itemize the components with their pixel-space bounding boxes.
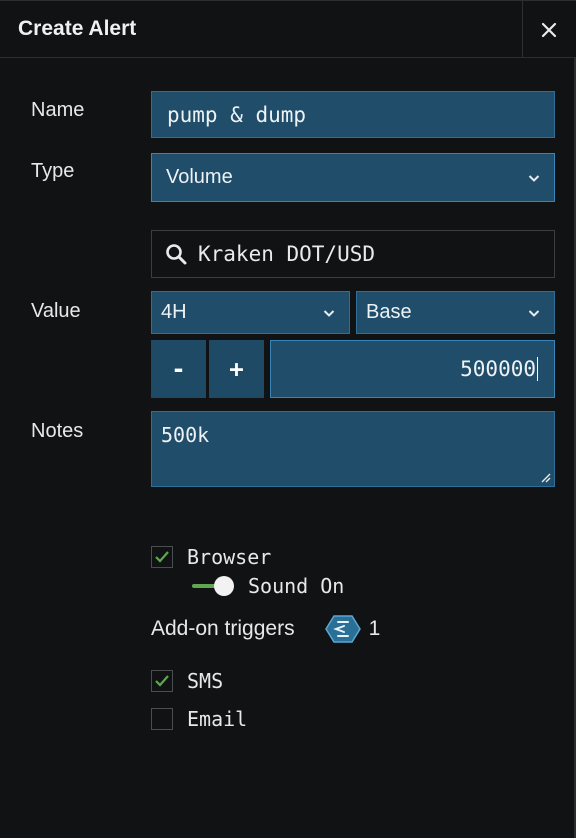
value-label: Value <box>31 300 81 322</box>
sound-option[interactable]: Sound On <box>192 574 344 598</box>
email-label: Email <box>187 707 248 731</box>
email-checkbox[interactable] <box>151 708 173 730</box>
dialog-title: Create Alert <box>18 17 137 40</box>
chevron-down-icon <box>528 309 540 317</box>
dialog-header: Create Alert <box>0 0 576 58</box>
symbol-search-input[interactable]: Kraken DOT/USD <box>151 230 555 278</box>
type-label: Type <box>31 160 75 182</box>
increment-button[interactable]: + <box>209 340 264 398</box>
interval-select[interactable]: 4H <box>151 291 350 334</box>
addon-trigger-icon[interactable] <box>324 614 361 644</box>
toggle-knob <box>214 576 234 596</box>
name-label: Name <box>31 99 85 121</box>
text-caret <box>537 357 538 381</box>
close-icon <box>541 22 557 37</box>
sms-label: SMS <box>187 669 224 693</box>
email-option[interactable]: Email <box>151 707 247 731</box>
close-button[interactable] <box>522 1 575 58</box>
value-amount-text: 500000 <box>460 357 536 381</box>
search-icon <box>166 244 187 265</box>
type-select[interactable]: Volume <box>151 153 555 202</box>
decrement-button[interactable]: - <box>151 340 206 398</box>
resize-handle-icon[interactable] <box>539 471 551 483</box>
value-amount-input[interactable]: 500000 <box>270 340 555 398</box>
addon-triggers-label: Add-on triggers <box>151 617 295 640</box>
browser-label: Browser <box>187 545 272 569</box>
sms-option[interactable]: SMS <box>151 669 223 693</box>
sms-checkbox[interactable] <box>151 670 173 692</box>
addon-triggers-row: Add-on triggers 1 <box>151 614 380 644</box>
browser-option[interactable]: Browser <box>151 545 271 569</box>
sound-toggle[interactable] <box>192 574 236 598</box>
symbol-search-text: Kraken DOT/USD <box>198 242 376 266</box>
notes-text: 500k <box>161 423 210 447</box>
addon-trigger-count: 1 <box>368 617 381 640</box>
checkmark-icon <box>155 675 169 687</box>
basis-selected-value: Base <box>366 301 412 323</box>
chevron-down-icon <box>528 174 540 182</box>
interval-selected-value: 4H <box>161 301 187 323</box>
checkmark-icon <box>155 551 169 563</box>
sound-label: Sound On <box>248 574 345 598</box>
name-input[interactable]: pump & dump <box>151 91 555 138</box>
type-selected-value: Volume <box>166 166 233 188</box>
browser-checkbox[interactable] <box>151 546 173 568</box>
basis-select[interactable]: Base <box>356 291 555 334</box>
chevron-down-icon <box>323 309 335 317</box>
notes-textarea[interactable]: 500k <box>151 411 555 487</box>
notes-label: Notes <box>31 420 84 442</box>
